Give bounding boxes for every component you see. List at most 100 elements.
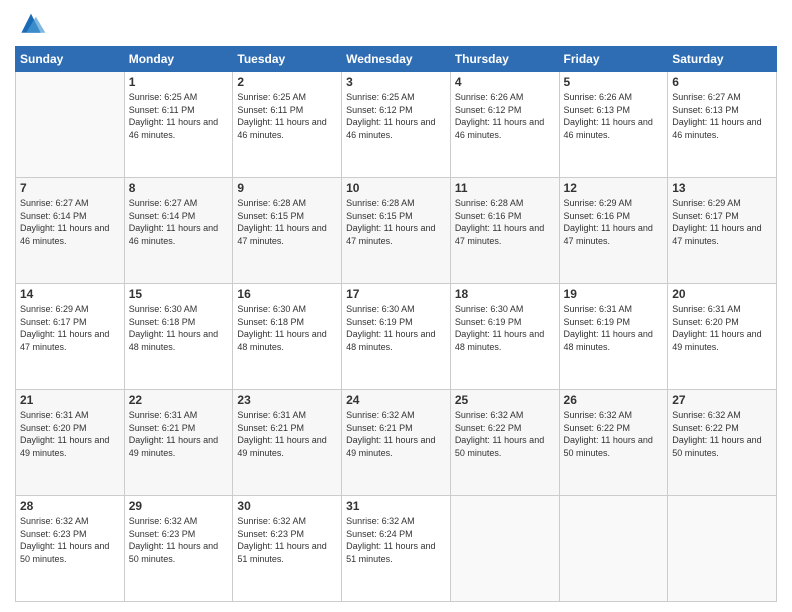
day-number: 28 [20, 499, 120, 513]
calendar-week-2: 7Sunrise: 6:27 AM Sunset: 6:14 PM Daylig… [16, 178, 777, 284]
page: SundayMondayTuesdayWednesdayThursdayFrid… [0, 0, 792, 612]
day-info: Sunrise: 6:29 AM Sunset: 6:17 PM Dayligh… [672, 197, 772, 247]
calendar-cell: 5 Sunrise: 6:26 AM Sunset: 6:13 PM Daylig… [559, 72, 668, 178]
calendar-cell: 20Sunrise: 6:31 AM Sunset: 6:20 PM Dayli… [668, 284, 777, 390]
calendar-cell: 15Sunrise: 6:30 AM Sunset: 6:18 PM Dayli… [124, 284, 233, 390]
weekday-wednesday: Wednesday [342, 47, 451, 72]
calendar-cell: 24 Sunrise: 6:32 AM Sunset: 6:21 PM Dayli… [342, 390, 451, 496]
day-info: Sunrise: 6:32 AM Sunset: 6:22 PM Dayligh… [455, 409, 555, 459]
day-info: Sunrise: 6:28 AM Sunset: 6:15 PM Dayligh… [346, 197, 446, 247]
day-info: Sunrise: 6:32 AM Sunset: 6:23 PM Dayligh… [20, 515, 120, 565]
day-info: Sunrise: 6:31 AM Sunset: 6:20 PM Dayligh… [20, 409, 120, 459]
calendar-cell: 10 Sunrise: 6:28 AM Sunset: 6:15 PM Dayli… [342, 178, 451, 284]
calendar-cell: 26Sunrise: 6:32 AM Sunset: 6:22 PM Dayli… [559, 390, 668, 496]
day-number: 1 [129, 75, 229, 89]
day-number: 25 [455, 393, 555, 407]
calendar-week-5: 28 Sunrise: 6:32 AM Sunset: 6:23 PM Dayli… [16, 496, 777, 602]
day-info: Sunrise: 6:31 AM Sunset: 6:21 PM Dayligh… [237, 409, 337, 459]
calendar-table: SundayMondayTuesdayWednesdayThursdayFrid… [15, 46, 777, 602]
day-info: Sunrise: 6:28 AM Sunset: 6:15 PM Dayligh… [237, 197, 337, 247]
calendar-week-1: 1 Sunrise: 6:25 AM Sunset: 6:11 PM Daylig… [16, 72, 777, 178]
calendar-cell: 14Sunrise: 6:29 AM Sunset: 6:17 PM Dayli… [16, 284, 125, 390]
day-info: Sunrise: 6:27 AM Sunset: 6:14 PM Dayligh… [20, 197, 120, 247]
day-info: Sunrise: 6:26 AM Sunset: 6:13 PM Dayligh… [564, 91, 664, 141]
day-number: 19 [564, 287, 664, 301]
weekday-friday: Friday [559, 47, 668, 72]
day-info: Sunrise: 6:32 AM Sunset: 6:21 PM Dayligh… [346, 409, 446, 459]
weekday-header-row: SundayMondayTuesdayWednesdayThursdayFrid… [16, 47, 777, 72]
header [15, 10, 777, 38]
day-info: Sunrise: 6:30 AM Sunset: 6:18 PM Dayligh… [237, 303, 337, 353]
day-number: 2 [237, 75, 337, 89]
day-number: 8 [129, 181, 229, 195]
weekday-saturday: Saturday [668, 47, 777, 72]
calendar-cell: 27 Sunrise: 6:32 AM Sunset: 6:22 PM Dayli… [668, 390, 777, 496]
day-info: Sunrise: 6:25 AM Sunset: 6:11 PM Dayligh… [237, 91, 337, 141]
day-number: 3 [346, 75, 446, 89]
logo-icon [15, 10, 47, 38]
day-number: 31 [346, 499, 446, 513]
day-number: 5 [564, 75, 664, 89]
calendar-cell: 17Sunrise: 6:30 AM Sunset: 6:19 PM Dayli… [342, 284, 451, 390]
weekday-sunday: Sunday [16, 47, 125, 72]
day-number: 29 [129, 499, 229, 513]
day-number: 20 [672, 287, 772, 301]
calendar-cell: 25 Sunrise: 6:32 AM Sunset: 6:22 PM Dayli… [450, 390, 559, 496]
day-number: 27 [672, 393, 772, 407]
day-number: 4 [455, 75, 555, 89]
day-info: Sunrise: 6:25 AM Sunset: 6:12 PM Dayligh… [346, 91, 446, 141]
calendar-cell: 16 Sunrise: 6:30 AM Sunset: 6:18 PM Dayli… [233, 284, 342, 390]
day-info: Sunrise: 6:31 AM Sunset: 6:19 PM Dayligh… [564, 303, 664, 353]
day-number: 9 [237, 181, 337, 195]
day-info: Sunrise: 6:30 AM Sunset: 6:19 PM Dayligh… [455, 303, 555, 353]
day-info: Sunrise: 6:32 AM Sunset: 6:22 PM Dayligh… [672, 409, 772, 459]
day-number: 6 [672, 75, 772, 89]
calendar-cell: 28 Sunrise: 6:32 AM Sunset: 6:23 PM Dayli… [16, 496, 125, 602]
day-info: Sunrise: 6:28 AM Sunset: 6:16 PM Dayligh… [455, 197, 555, 247]
calendar-cell: 30Sunrise: 6:32 AM Sunset: 6:23 PM Dayli… [233, 496, 342, 602]
calendar-cell: 13Sunrise: 6:29 AM Sunset: 6:17 PM Dayli… [668, 178, 777, 284]
calendar-cell: 6Sunrise: 6:27 AM Sunset: 6:13 PM Daylig… [668, 72, 777, 178]
calendar-cell: 22Sunrise: 6:31 AM Sunset: 6:21 PM Dayli… [124, 390, 233, 496]
day-number: 23 [237, 393, 337, 407]
calendar-cell: 12 Sunrise: 6:29 AM Sunset: 6:16 PM Dayli… [559, 178, 668, 284]
day-info: Sunrise: 6:32 AM Sunset: 6:24 PM Dayligh… [346, 515, 446, 565]
calendar-cell: 9 Sunrise: 6:28 AM Sunset: 6:15 PM Daylig… [233, 178, 342, 284]
calendar-cell: 3 Sunrise: 6:25 AM Sunset: 6:12 PM Daylig… [342, 72, 451, 178]
weekday-monday: Monday [124, 47, 233, 72]
day-number: 17 [346, 287, 446, 301]
calendar-cell: 8 Sunrise: 6:27 AM Sunset: 6:14 PM Daylig… [124, 178, 233, 284]
calendar-cell: 1 Sunrise: 6:25 AM Sunset: 6:11 PM Daylig… [124, 72, 233, 178]
day-info: Sunrise: 6:29 AM Sunset: 6:17 PM Dayligh… [20, 303, 120, 353]
day-info: Sunrise: 6:32 AM Sunset: 6:23 PM Dayligh… [129, 515, 229, 565]
weekday-tuesday: Tuesday [233, 47, 342, 72]
calendar-cell: 31 Sunrise: 6:32 AM Sunset: 6:24 PM Dayli… [342, 496, 451, 602]
day-number: 22 [129, 393, 229, 407]
calendar-cell [450, 496, 559, 602]
day-number: 26 [564, 393, 664, 407]
calendar-week-4: 21 Sunrise: 6:31 AM Sunset: 6:20 PM Dayli… [16, 390, 777, 496]
day-number: 24 [346, 393, 446, 407]
day-info: Sunrise: 6:25 AM Sunset: 6:11 PM Dayligh… [129, 91, 229, 141]
weekday-thursday: Thursday [450, 47, 559, 72]
calendar-cell: 11Sunrise: 6:28 AM Sunset: 6:16 PM Dayli… [450, 178, 559, 284]
day-number: 15 [129, 287, 229, 301]
calendar-cell [668, 496, 777, 602]
day-info: Sunrise: 6:29 AM Sunset: 6:16 PM Dayligh… [564, 197, 664, 247]
calendar-cell: 4 Sunrise: 6:26 AM Sunset: 6:12 PM Daylig… [450, 72, 559, 178]
day-number: 10 [346, 181, 446, 195]
calendar-cell: 19 Sunrise: 6:31 AM Sunset: 6:19 PM Dayli… [559, 284, 668, 390]
calendar-cell: 7Sunrise: 6:27 AM Sunset: 6:14 PM Daylig… [16, 178, 125, 284]
calendar-cell: 2 Sunrise: 6:25 AM Sunset: 6:11 PM Daylig… [233, 72, 342, 178]
day-number: 16 [237, 287, 337, 301]
calendar-cell: 21 Sunrise: 6:31 AM Sunset: 6:20 PM Dayli… [16, 390, 125, 496]
calendar-cell: 18 Sunrise: 6:30 AM Sunset: 6:19 PM Dayli… [450, 284, 559, 390]
calendar-cell: 23 Sunrise: 6:31 AM Sunset: 6:21 PM Dayli… [233, 390, 342, 496]
calendar-cell [16, 72, 125, 178]
day-info: Sunrise: 6:27 AM Sunset: 6:14 PM Dayligh… [129, 197, 229, 247]
calendar-cell [559, 496, 668, 602]
day-number: 12 [564, 181, 664, 195]
day-number: 18 [455, 287, 555, 301]
day-info: Sunrise: 6:26 AM Sunset: 6:12 PM Dayligh… [455, 91, 555, 141]
day-number: 21 [20, 393, 120, 407]
